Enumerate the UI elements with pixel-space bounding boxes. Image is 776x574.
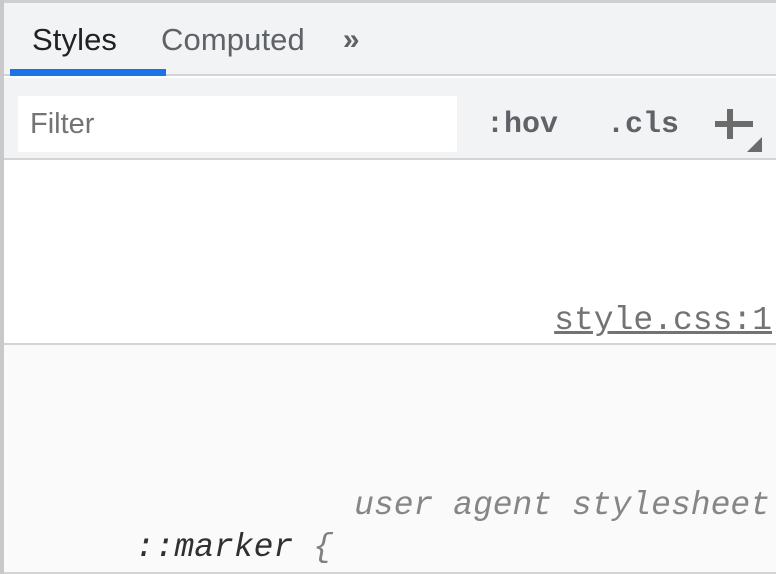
rule-selector-line: ::marker { user agent stylesheet [4, 485, 776, 527]
filter-input[interactable] [18, 96, 457, 152]
more-tabs-label: » [343, 23, 360, 57]
toggle-pseudo-state-button[interactable]: :hov [486, 108, 558, 142]
rule-origin-link[interactable]: style.css:1 [554, 300, 772, 342]
toggle-class-button[interactable]: .cls [607, 108, 679, 142]
rule-selector[interactable]: ::marker [135, 529, 293, 566]
tab-computed[interactable]: Computed [143, 2, 325, 78]
rule-origin-label: user agent stylesheet [354, 485, 770, 527]
tab-computed-label: Computed [161, 22, 305, 58]
active-tab-underline [10, 69, 166, 76]
rule-open-brace: { [313, 529, 333, 566]
double-chevron-right-icon[interactable]: » [325, 2, 374, 78]
resize-triangle-icon[interactable] [747, 137, 762, 152]
styles-panel: Styles Computed » :hov .cls li::marker {… [0, 0, 776, 574]
tab-styles-label: Styles [32, 22, 117, 58]
panel-tab-bar: Styles Computed » [4, 0, 776, 76]
rule-selector-line: li::marker { style.css:1 [4, 300, 776, 342]
tab-styles[interactable]: Styles [4, 2, 143, 78]
styles-toolbar: :hov .cls [4, 78, 776, 160]
css-rule-author: li::marker { style.css:1 content: url( d… [4, 160, 776, 345]
css-rule-user-agent: ::marker { user agent stylesheet unicode… [4, 345, 776, 574]
